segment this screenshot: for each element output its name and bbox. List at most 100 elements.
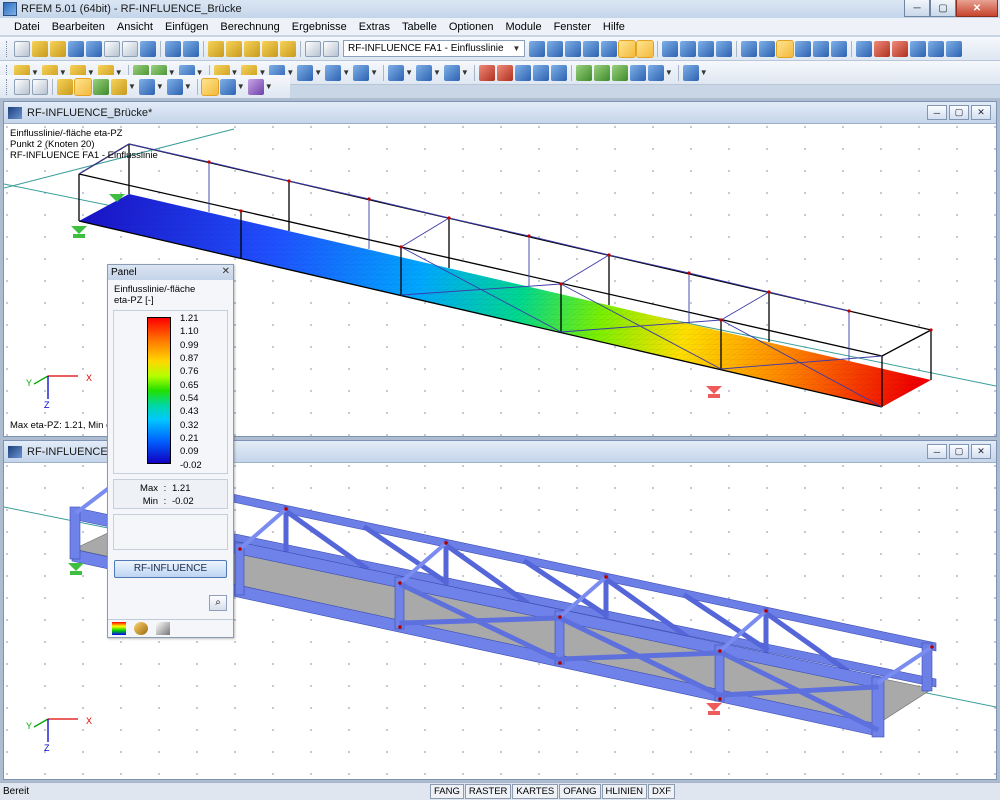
print-icon[interactable] [104, 40, 120, 57]
loadcase-combo[interactable]: RF-INFLUENCE FA1 - Einflusslinie ▼ [343, 40, 525, 57]
render-solid-icon[interactable] [32, 78, 48, 95]
menu-datei[interactable]: Datei [8, 21, 46, 33]
results-on-icon[interactable] [74, 77, 92, 96]
color-scale-icon[interactable] [247, 78, 264, 95]
load-icon[interactable] [57, 78, 73, 95]
save-icon[interactable] [68, 40, 84, 57]
results-display-icon[interactable] [565, 40, 581, 57]
chevron-down-icon[interactable]: ▼ [314, 68, 322, 77]
print-graphic-icon[interactable] [122, 40, 138, 57]
show-values-icon[interactable] [636, 39, 654, 58]
panel-titlebar[interactable]: Panel ✕ [108, 265, 233, 280]
maximize-button[interactable]: ▢ [930, 0, 956, 17]
measure-icon[interactable] [226, 40, 242, 57]
minimize-button[interactable]: ─ [904, 0, 930, 17]
calc-options-icon[interactable] [647, 64, 664, 81]
undo-icon[interactable] [165, 40, 181, 57]
chevron-down-icon[interactable]: ▼ [184, 82, 192, 91]
member-results-icon[interactable] [698, 40, 714, 57]
view-top-icon[interactable] [759, 40, 775, 57]
mesh-icon[interactable] [575, 64, 592, 81]
magnifier-icon[interactable] [856, 40, 872, 57]
cartesian-toggle[interactable]: KARTES [512, 784, 559, 799]
menu-fenster[interactable]: Fenster [548, 21, 597, 33]
lines-icon[interactable] [280, 40, 296, 57]
subwindow-close-button[interactable]: ✕ [971, 105, 991, 120]
subwindow-minimize-button[interactable]: ─ [927, 105, 947, 120]
chevron-down-icon[interactable]: ▼ [156, 82, 164, 91]
color-scale-tab-icon[interactable] [112, 622, 126, 635]
zoom-window-icon[interactable] [831, 40, 847, 57]
menu-ansicht[interactable]: Ansicht [111, 21, 159, 33]
chevron-down-icon[interactable]: ▼ [665, 68, 673, 77]
chevron-down-icon[interactable]: ▼ [342, 68, 350, 77]
grid-snap-icon[interactable] [262, 40, 278, 57]
dxf-toggle[interactable]: DXF [648, 784, 676, 799]
new-file-icon[interactable] [14, 40, 30, 57]
chevron-down-icon[interactable]: ▼ [700, 68, 708, 77]
redo-icon[interactable] [183, 40, 199, 57]
check-icon[interactable] [611, 64, 628, 81]
guideline-icon[interactable] [325, 64, 342, 81]
toolbar-grip[interactable] [6, 40, 9, 57]
chevron-down-icon[interactable]: ▼ [128, 82, 136, 91]
open-folder-icon[interactable] [32, 40, 48, 57]
copy-icon[interactable] [415, 64, 432, 81]
refine-icon[interactable] [593, 64, 610, 81]
snap-toggle[interactable]: FANG [430, 784, 464, 799]
rf-influence-button[interactable]: RF-INFLUENCE [114, 560, 227, 578]
camera-icon[interactable] [910, 40, 926, 57]
chevron-down-icon[interactable]: ▼ [237, 82, 245, 91]
color-scale-bar[interactable] [147, 317, 171, 464]
table-results-icon[interactable] [323, 40, 339, 57]
deformation-icon[interactable] [583, 40, 599, 57]
close-button[interactable]: ✕ [956, 0, 998, 17]
calculate-icon[interactable] [629, 64, 646, 81]
menu-hilfe[interactable]: Hilfe [597, 21, 631, 33]
view-side-icon[interactable] [795, 40, 811, 57]
rotate-icon[interactable] [443, 64, 460, 81]
settings-icon[interactable] [928, 40, 944, 57]
legend-icon[interactable] [219, 78, 236, 95]
values-on-icon[interactable] [601, 40, 617, 57]
move-icon[interactable] [388, 64, 405, 81]
grid-icon[interactable] [166, 78, 183, 95]
chevron-down-icon[interactable]: ▼ [461, 68, 469, 77]
menu-berechnung[interactable]: Berechnung [214, 21, 285, 33]
delete-icon[interactable] [874, 40, 890, 57]
open-model-icon[interactable] [50, 40, 66, 57]
filter-icon[interactable] [138, 78, 155, 95]
extrude-icon[interactable] [514, 64, 531, 81]
save-all-icon[interactable] [86, 40, 102, 57]
chevron-down-icon[interactable]: ▼ [370, 68, 378, 77]
guidelines-toggle[interactable]: HLINIEN [601, 784, 648, 799]
panel-toggle-icon[interactable] [200, 77, 219, 96]
table-icon[interactable] [305, 40, 321, 57]
menu-optionen[interactable]: Optionen [443, 21, 500, 33]
view-iso-icon[interactable] [776, 39, 794, 58]
chevron-down-icon[interactable]: ▼ [433, 68, 441, 77]
view-front-icon[interactable] [741, 40, 757, 57]
menu-tabelle[interactable]: Tabelle [396, 21, 443, 33]
subwindow-maximize-button[interactable]: ▢ [949, 105, 969, 120]
filter-tab-icon[interactable] [156, 622, 170, 635]
cross-icon[interactable] [892, 40, 908, 57]
toolbar-grip[interactable] [6, 78, 9, 95]
factors-tab-icon[interactable] [134, 622, 148, 635]
target-icon[interactable] [244, 40, 260, 57]
show-results-icon[interactable] [618, 39, 636, 58]
search-icon[interactable]: ⌕ [209, 595, 227, 611]
grid-toggle[interactable]: RASTER [464, 784, 512, 799]
object-snap-toggle[interactable]: OFANG [559, 784, 601, 799]
color-legend[interactable]: 1.21 1.10 0.99 0.87 0.76 0.65 0.54 0.43 … [113, 310, 228, 474]
subwindow-minimize-button[interactable]: ─ [927, 444, 947, 459]
menu-extras[interactable]: Extras [353, 21, 396, 33]
menu-bearbeiten[interactable]: Bearbeiten [46, 21, 111, 33]
menu-einfuegen[interactable]: Einfügen [159, 21, 214, 33]
values-display-icon[interactable] [111, 78, 127, 95]
render-wire-icon[interactable] [14, 78, 30, 95]
connect-icon[interactable] [496, 64, 513, 81]
visibility-icon[interactable] [353, 64, 370, 81]
menu-module[interactable]: Module [500, 21, 548, 33]
split-icon[interactable] [478, 64, 495, 81]
